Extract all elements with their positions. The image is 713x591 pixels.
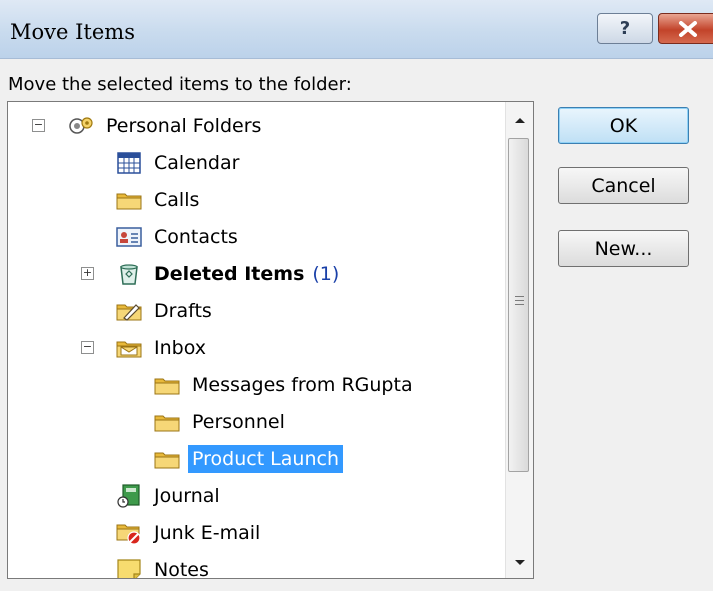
- arrow-down-icon: [514, 559, 525, 565]
- help-button[interactable]: ?: [597, 13, 653, 44]
- collapse-toggle-personal-folders[interactable]: −: [32, 119, 45, 132]
- close-button[interactable]: [658, 13, 713, 44]
- tree-item-messages-from-rgupta[interactable]: Messages from RGupta: [154, 367, 417, 403]
- vertical-scrollbar[interactable]: [505, 102, 533, 578]
- folder-icon: [154, 415, 180, 432]
- tree-item-junk-email[interactable]: Junk E-mail: [116, 515, 264, 551]
- window-title: Move Items: [10, 20, 135, 44]
- tree-item-calls[interactable]: Calls: [116, 182, 203, 218]
- trash-icon: [120, 264, 138, 285]
- tree-item-inbox[interactable]: Inbox: [116, 330, 210, 366]
- tree-item-drafts[interactable]: Drafts: [116, 293, 216, 329]
- tree-item-label: Contacts: [154, 226, 238, 248]
- tree-item-personnel[interactable]: Personnel: [154, 404, 289, 440]
- contacts-icon: [116, 227, 142, 247]
- close-icon: [679, 20, 697, 37]
- cancel-button[interactable]: Cancel: [558, 167, 689, 204]
- ok-button[interactable]: OK: [558, 107, 689, 144]
- title-bar[interactable]: Move Items ?: [0, 0, 713, 59]
- tree-item-deleted-items[interactable]: Deleted Items (1): [116, 256, 339, 292]
- junk-folder-icon: [116, 524, 141, 545]
- folder-icon: [154, 452, 180, 469]
- tree-item-label: Inbox: [154, 337, 206, 359]
- tree-item-label: Calendar: [154, 152, 240, 174]
- tree-item-journal[interactable]: Journal: [116, 478, 224, 514]
- tree-item-label: Journal: [154, 485, 220, 507]
- tree-item-label: Deleted Items: [154, 263, 305, 285]
- new-folder-button[interactable]: New...: [558, 230, 689, 267]
- tree-item-label: Notes: [154, 559, 209, 579]
- help-icon: ?: [619, 18, 631, 39]
- folder-icon: [116, 193, 142, 210]
- tree-item-product-launch[interactable]: Product Launch: [154, 441, 343, 477]
- tree-item-label: Messages from RGupta: [192, 374, 413, 396]
- drafts-icon: [116, 304, 142, 321]
- arrow-up-icon: [514, 117, 525, 123]
- tree-item-contacts[interactable]: Contacts: [116, 219, 242, 255]
- collapse-toggle-inbox[interactable]: −: [81, 341, 94, 354]
- folder-icon: [154, 378, 180, 395]
- expand-toggle-deleted-items[interactable]: +: [81, 267, 94, 280]
- tree-item-label: Product Launch: [188, 445, 343, 473]
- tree-item-label: Personnel: [192, 411, 285, 433]
- inbox-icon: [116, 341, 142, 358]
- scroll-thumb[interactable]: [508, 138, 529, 472]
- tree-item-notes[interactable]: Notes: [116, 552, 213, 579]
- unread-count: (1): [312, 263, 340, 285]
- tree-item-label: Personal Folders: [106, 115, 262, 137]
- tree-item-label: Calls: [154, 189, 200, 211]
- folder-tree[interactable]: − + − Personal Folders Calendar Calls Co…: [7, 101, 534, 579]
- scroll-up-button[interactable]: [506, 106, 533, 133]
- instruction-label: Move the selected items to the folder:: [8, 74, 352, 95]
- tree-item-label: Junk E-mail: [154, 522, 261, 544]
- personal-folders-icon: [69, 117, 93, 134]
- calendar-icon: [117, 152, 141, 174]
- tree-item-personal-folders[interactable]: Personal Folders: [68, 108, 265, 144]
- tree-item-calendar[interactable]: Calendar: [116, 145, 243, 181]
- tree-item-label: Drafts: [154, 300, 212, 322]
- journal-icon: [117, 484, 140, 508]
- notes-icon: [117, 559, 141, 578]
- scroll-down-button[interactable]: [506, 549, 533, 576]
